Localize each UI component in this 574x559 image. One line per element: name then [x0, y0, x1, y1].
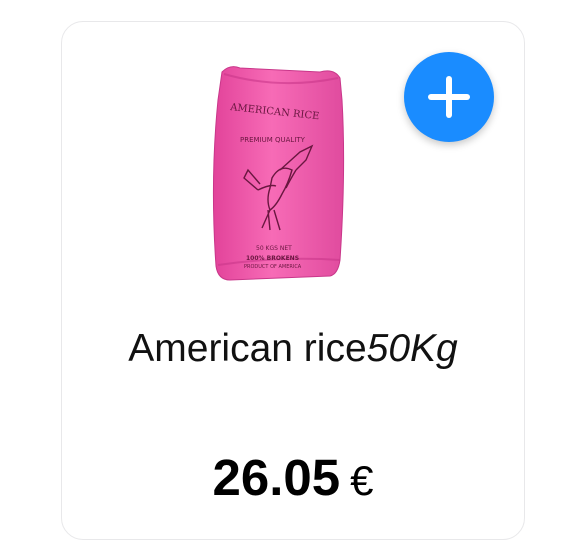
sack-grade-text: 100% BROKENS — [246, 255, 299, 262]
rice-sack-image: AMERICAN RICE PREMIUM QUALITY 50 KGS NET… — [212, 66, 345, 281]
product-price: 26.05 € — [61, 450, 525, 519]
price-amount: 26.05 — [212, 449, 341, 506]
plus-icon — [428, 76, 470, 118]
sack-quality-text: PREMIUM QUALITY — [240, 136, 306, 144]
product-weight: 50Kg — [366, 327, 458, 370]
product-title: American rice50Kg — [61, 326, 525, 372]
sack-origin-text: PRODUCT OF AMERICA — [244, 264, 302, 270]
add-to-cart-button[interactable] — [404, 52, 494, 142]
product-name: American rice — [128, 327, 367, 370]
price-currency: € — [350, 457, 374, 504]
sack-weight-text: 50 KGS NET — [256, 245, 292, 252]
